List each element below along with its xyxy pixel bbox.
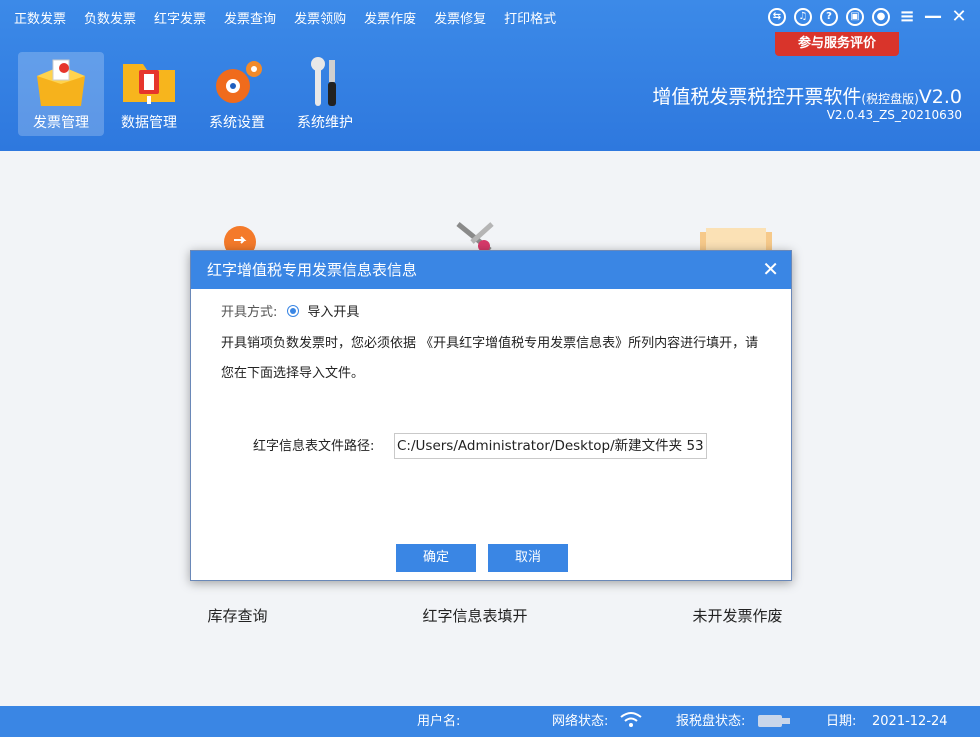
tool-invoice-management[interactable]: 发票管理 <box>18 52 104 136</box>
file-path-label: 红字信息表文件路径: <box>253 439 375 454</box>
user-icon[interactable]: ● <box>872 8 890 26</box>
service-evaluation-button[interactable]: 参与服务评价 <box>775 32 899 56</box>
status-bar: 用户名: 网络状态: 报税盘状态: 日期: 2021-12-24 <box>0 706 980 737</box>
menu-icon[interactable]: ≡ <box>898 8 916 26</box>
menu-red-invoice[interactable]: 红字发票 <box>154 9 206 31</box>
tool-label: 系统维护 <box>297 115 353 131</box>
tool-system-settings[interactable]: 系统设置 <box>194 52 280 136</box>
date-label: 日期: <box>826 714 857 729</box>
gear-icon <box>207 56 267 108</box>
menu-positive-invoice[interactable]: 正数发票 <box>14 9 66 31</box>
tool-data-management[interactable]: 数据管理 <box>106 52 192 136</box>
import-radio[interactable] <box>287 304 300 317</box>
issue-mode-label: 开具方式: <box>221 305 278 320</box>
tile-void-unissued[interactable]: 未开发票作废 <box>680 605 795 626</box>
menu-invoice-void[interactable]: 发票作废 <box>364 9 416 31</box>
ok-button[interactable]: 确定 <box>396 544 476 572</box>
window-controls: ⇆ ♫ ? ▣ ● ≡ — ✕ <box>768 8 968 26</box>
network-label: 网络状态: <box>552 714 609 729</box>
help-icon[interactable]: ? <box>820 8 838 26</box>
tools-icon <box>295 56 355 108</box>
cancel-button[interactable]: 取消 <box>488 544 568 572</box>
date-value: 2021-12-24 <box>872 714 948 729</box>
dialog-description: 开具销项负数发票时，您必须依据 《开具红字增值税专用发票信息表》所列内容进行填开… <box>221 336 759 381</box>
import-radio-label[interactable]: 导入开具 <box>307 301 359 320</box>
menu-invoice-query[interactable]: 发票查询 <box>224 9 276 31</box>
app-title: 增值税发票税控开票软件(税控盘版)V2.0 <box>652 86 962 108</box>
minimize-icon[interactable]: — <box>924 8 942 26</box>
folder-icon <box>119 56 179 108</box>
dialog-title: 红字增值税专用发票信息表信息 <box>191 251 791 289</box>
dialog-close-icon[interactable]: ✕ <box>762 259 779 279</box>
app-version: V2.0.43_ZS_20210630 <box>826 108 962 122</box>
file-path-input[interactable]: C:/Users/Administrator/Desktop/新建文件夹 53 <box>394 433 707 459</box>
tool-label: 发票管理 <box>33 115 89 131</box>
menu-print-format[interactable]: 打印格式 <box>504 9 556 31</box>
menu-invoice-purchase[interactable]: 发票领购 <box>294 9 346 31</box>
transfer-icon[interactable]: ⇆ <box>768 8 786 26</box>
tile-red-info-fill[interactable]: 红字信息表填开 <box>420 605 530 627</box>
tool-label: 数据管理 <box>121 115 177 131</box>
close-icon[interactable]: ✕ <box>950 8 968 26</box>
red-info-dialog: 红字增值税专用发票信息表信息 ✕ 开具方式: 导入开具 开具销项负数发票时，您必… <box>190 250 792 581</box>
headset-icon[interactable]: ♫ <box>794 8 812 26</box>
tool-label: 系统设置 <box>209 115 265 131</box>
user-label: 用户名: <box>417 714 461 729</box>
menu-invoice-repair[interactable]: 发票修复 <box>434 9 486 31</box>
invoice-box-icon <box>31 56 91 108</box>
issue-mode-row: 开具方式: 导入开具 <box>221 301 359 320</box>
tile-inventory-query[interactable]: 库存查询 <box>190 605 285 626</box>
header: 正数发票 负数发票 红字发票 发票查询 发票领购 发票作废 发票修复 打印格式 … <box>0 0 980 151</box>
disk-status-label: 报税盘状态: <box>676 714 746 729</box>
tool-system-maintenance[interactable]: 系统维护 <box>282 52 368 136</box>
wifi-icon <box>620 711 642 729</box>
usb-disk-icon <box>758 714 790 728</box>
lock-icon[interactable]: ▣ <box>846 8 864 26</box>
menu-bar: 正数发票 负数发票 红字发票 发票查询 发票领购 发票作废 发票修复 打印格式 <box>14 9 574 31</box>
menu-negative-invoice[interactable]: 负数发票 <box>84 9 136 31</box>
